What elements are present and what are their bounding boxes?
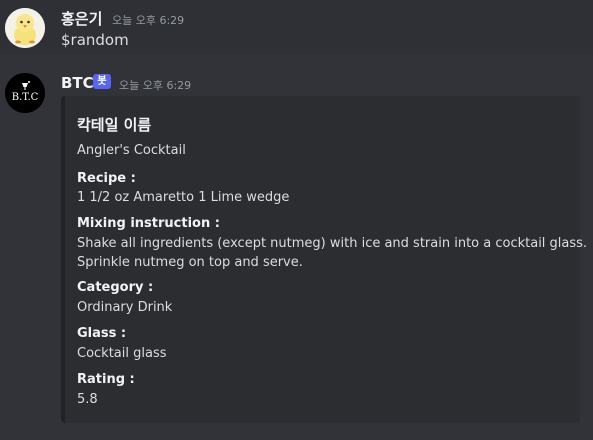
field-value-glass: Cocktail glass xyxy=(77,346,167,361)
bot-badge: 봇 xyxy=(93,74,111,89)
field-value-mixing-line1: Shake all ingredients (except nutmeg) wi… xyxy=(77,236,588,251)
field-value-rating: 5.8 xyxy=(77,392,98,407)
chat-log: 홍은기 오늘 오후 6:29 $random B.T.C BTC 봇 오늘 오후… xyxy=(0,0,593,440)
avatar[interactable]: B.T.C xyxy=(5,73,45,113)
field-name-rating: Rating : xyxy=(77,372,135,387)
field-name-category: Category : xyxy=(77,280,154,295)
chick-icon xyxy=(5,8,45,48)
embed-description: Angler's Cocktail xyxy=(77,143,186,158)
embed: 칵테일 이름 Angler's Cocktail Recipe : 1 1/2 … xyxy=(61,96,587,423)
field-value-recipe: 1 1/2 oz Amaretto 1 Lime wedge xyxy=(77,190,290,205)
field-name-mixing: Mixing instruction : xyxy=(77,216,220,231)
field-name-recipe: Recipe : xyxy=(77,171,136,186)
avatar[interactable] xyxy=(5,8,45,48)
embed-title: 칵테일 이름 xyxy=(77,116,152,134)
timestamp: 오늘 오후 6:29 xyxy=(119,79,192,92)
message-row[interactable]: 홍은기 오늘 오후 6:29 $random xyxy=(0,0,593,54)
username[interactable]: BTC xyxy=(61,74,94,92)
field-value-category: Ordinary Drink xyxy=(77,300,173,315)
timestamp: 오늘 오후 6:29 xyxy=(112,14,185,27)
field-value-mixing-line2: Sprinkle nutmeg on top and serve. xyxy=(77,255,303,270)
field-name-glass: Glass : xyxy=(77,326,127,341)
message-content: $random xyxy=(61,31,129,49)
avatar-text: B.T.C xyxy=(11,92,39,103)
username[interactable]: 홍은기 xyxy=(61,8,102,29)
